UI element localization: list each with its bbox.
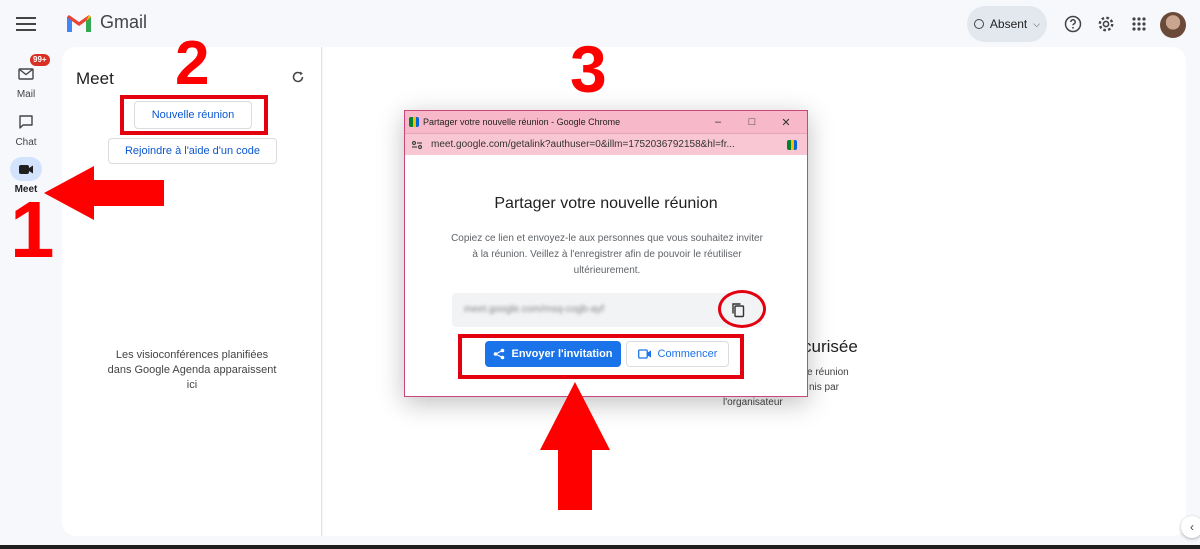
join-with-code-button[interactable]: Rejoindre à l'aide d'un code	[108, 138, 277, 164]
gmail-m-icon	[67, 14, 91, 32]
annotation-circle-copy	[718, 290, 766, 328]
apps-grid-icon[interactable]	[1129, 14, 1149, 34]
close-icon[interactable]: ✕	[769, 116, 803, 129]
mail-icon: 99+	[10, 54, 50, 86]
popup-url: meet.google.com/getalink?authuser=0&illm…	[431, 139, 735, 150]
chat-icon	[10, 110, 42, 134]
gmail-logo[interactable]: Gmail	[66, 12, 147, 33]
meeting-link: meet.google.com/msq-cogb-ayf	[464, 304, 605, 315]
avatar[interactable]	[1160, 12, 1186, 38]
share-heading: Partager votre nouvelle réunion	[494, 195, 718, 212]
background-text-line1: e réunion	[807, 367, 849, 378]
main-menu-icon[interactable]	[16, 14, 36, 34]
popup-address-bar[interactable]: meet.google.com/getalink?authuser=0&illm…	[405, 133, 807, 155]
gear-icon[interactable]	[1096, 14, 1116, 34]
chevron-down-icon: ⌵	[1033, 18, 1041, 29]
status-dropdown[interactable]: Absent ⌵	[967, 6, 1047, 42]
rail-item-mail[interactable]: 99+ Mail	[0, 54, 52, 100]
rail-item-chat[interactable]: Chat	[0, 110, 52, 148]
annotation-box-new-meeting	[120, 95, 268, 135]
background-text-line3: l'organisateur	[723, 397, 783, 408]
arrow-up-icon	[540, 382, 610, 510]
app-name: Gmail	[100, 12, 148, 32]
unread-badge: 99+	[30, 54, 50, 66]
annotation-box-action-buttons	[458, 334, 744, 379]
meeting-link-field[interactable]: meet.google.com/msq-cogb-ayf	[452, 293, 762, 327]
video-camera-icon	[10, 157, 42, 181]
annotation-step-2: 2	[175, 29, 210, 98]
maximize-icon[interactable]: □	[735, 116, 769, 128]
share-description: Copiez ce lien et envoyez-le aux personn…	[451, 233, 763, 276]
rail-label-mail: Mail	[16, 89, 36, 100]
status-ring-icon	[973, 19, 984, 29]
rail-label-chat: Chat	[15, 137, 37, 148]
background-text-line2: nis par	[809, 382, 840, 393]
background-heading: curisée	[803, 337, 858, 356]
meet-favicon-icon	[409, 117, 419, 127]
empty-meetings-message: Les visioconférences planifiées dans Goo…	[107, 349, 277, 391]
chevron-left-icon[interactable]: ‹	[1181, 516, 1200, 538]
annotation-step-3: 3	[570, 32, 607, 106]
taskbar-edge	[0, 545, 1200, 549]
help-icon[interactable]	[1063, 14, 1083, 34]
status-label: Absent	[989, 17, 1028, 31]
arrow-left-icon	[44, 166, 164, 220]
meet-app-icon	[787, 139, 797, 150]
refresh-icon[interactable]	[291, 70, 305, 84]
popup-titlebar[interactable]: Partager votre nouvelle réunion - Google…	[405, 111, 807, 133]
popup-window-title: Partager votre nouvelle réunion - Google…	[423, 117, 621, 127]
minimize-icon[interactable]: –	[701, 116, 735, 128]
site-settings-icon[interactable]	[411, 140, 423, 150]
meet-panel-title: Meet	[76, 69, 114, 88]
